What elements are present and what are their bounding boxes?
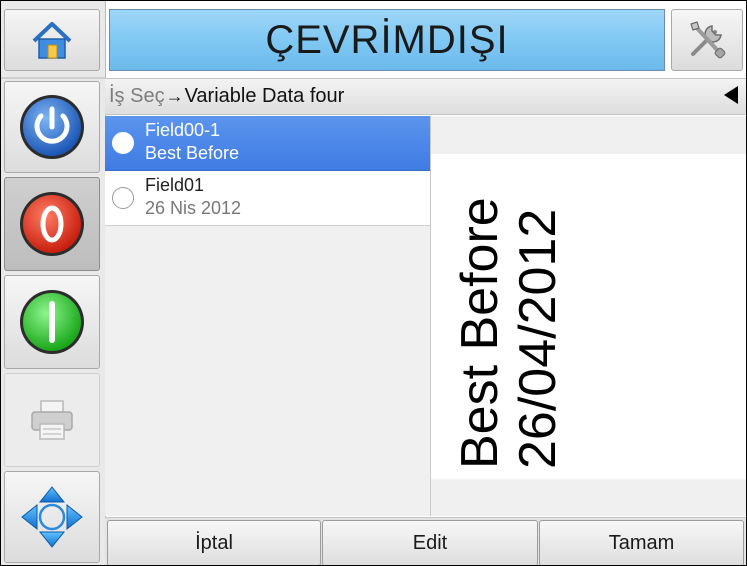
tools-button[interactable] — [671, 9, 743, 71]
breadcrumb: İş Seç → Variable Data four — [105, 78, 746, 115]
move-arrows-icon — [21, 486, 83, 548]
breadcrumb-current: Variable Data four — [184, 85, 345, 107]
edit-button[interactable]: Edit — [322, 520, 538, 565]
label-preview-panel: Best Before 26/04/2012 — [431, 116, 746, 516]
stop-button[interactable] — [4, 177, 100, 271]
back-arrow-icon[interactable] — [724, 86, 738, 104]
radio-button[interactable] — [112, 132, 134, 154]
start-button[interactable] — [4, 275, 100, 369]
label-preview: Best Before 26/04/2012 — [431, 154, 746, 479]
field-name: Field01 — [145, 175, 205, 195]
power-icon — [20, 95, 84, 159]
ok-button[interactable]: Tamam — [539, 520, 744, 565]
stop-icon — [20, 192, 84, 256]
breadcrumb-job-select[interactable]: İş Seç — [109, 85, 165, 108]
field-value: Best Before — [145, 143, 240, 163]
field-name: Field00-1 — [145, 120, 221, 140]
radio-button[interactable] — [112, 187, 134, 209]
power-button[interactable] — [4, 81, 100, 173]
navigation-button[interactable] — [4, 471, 100, 563]
preview-line-2: 26/04/2012 — [509, 209, 567, 469]
left-toolbar — [1, 1, 106, 565]
tools-icon — [690, 21, 726, 59]
app-window: ÇEVRİMDIŞI İş Seç → Variable Data four F… — [0, 0, 747, 566]
status-title-bar: ÇEVRİMDIŞI — [109, 9, 665, 71]
action-bar: İptal Edit Tamam — [105, 517, 746, 565]
printer-icon — [31, 400, 73, 440]
field-value: 26 Nis 2012 — [145, 198, 242, 218]
list-item-field00-1[interactable]: Field00-1 Best Before — [105, 116, 430, 171]
preview-line-1: Best Before — [451, 197, 509, 469]
cancel-button[interactable]: İptal — [107, 520, 321, 565]
breadcrumb-separator: → — [165, 86, 184, 106]
list-item-field01[interactable]: Field01 26 Nis 2012 — [105, 171, 430, 226]
field-list: Field00-1 Best Before Field01 26 Nis 201… — [105, 116, 431, 516]
home-button[interactable] — [4, 9, 100, 71]
page-title: ÇEVRİMDIŞI — [265, 17, 509, 62]
print-button[interactable] — [4, 373, 100, 467]
start-icon — [20, 290, 84, 354]
home-icon — [32, 22, 72, 59]
